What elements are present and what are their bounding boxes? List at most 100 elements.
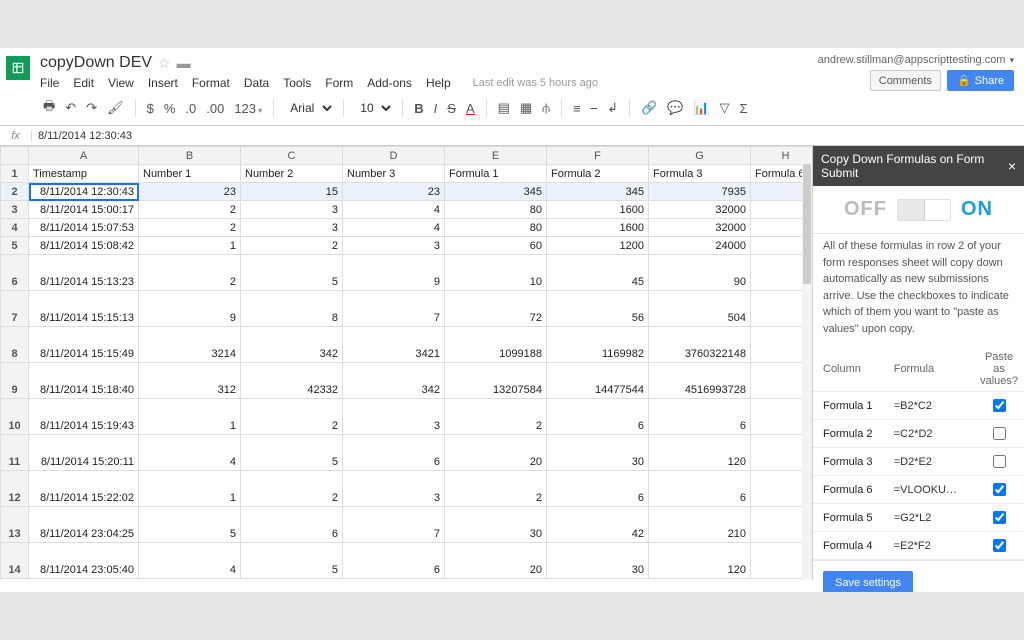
cell[interactable]: 3 [343, 471, 445, 507]
valign-icon[interactable]: ⎯ [588, 98, 601, 118]
cell[interactable]: 8/11/2014 23:05:40 [29, 543, 139, 579]
cell[interactable]: Number 1 [139, 165, 241, 183]
paste-values-checkbox[interactable] [993, 399, 1006, 412]
cell[interactable]: 6 [547, 399, 649, 435]
cell[interactable]: 32000 [649, 201, 751, 219]
strike-icon[interactable]: S [444, 99, 459, 118]
link-icon[interactable]: 🔗 [638, 98, 660, 118]
cell[interactable]: 312 [139, 363, 241, 399]
cell[interactable]: 4 [139, 543, 241, 579]
vertical-scrollbar[interactable] [802, 164, 812, 580]
save-settings-button[interactable]: Save settings [823, 571, 913, 592]
filter-icon[interactable]: ▽ [717, 98, 733, 118]
col-header[interactable]: H [751, 147, 813, 165]
cell[interactable]: 72 [445, 291, 547, 327]
text-color-icon[interactable]: A [463, 99, 478, 118]
font-size-select[interactable]: 10 [352, 98, 394, 118]
font-family-select[interactable]: Arial [282, 98, 335, 118]
cell[interactable]: 3 [241, 219, 343, 237]
redo-icon[interactable]: ↷ [83, 98, 100, 118]
col-header[interactable]: D [343, 147, 445, 165]
cell[interactable]: Number 3 [343, 165, 445, 183]
paste-values-checkbox[interactable] [993, 511, 1006, 524]
cell[interactable]: 5 [241, 543, 343, 579]
cell[interactable]: 8 [241, 291, 343, 327]
cell[interactable]: 8/11/2014 15:15:49 [29, 327, 139, 363]
cell[interactable]: 13207584 [445, 363, 547, 399]
cell[interactable]: 1600 [547, 201, 649, 219]
italic-icon[interactable]: I [431, 99, 441, 118]
cell[interactable]: 8/11/2014 15:13:23 [29, 255, 139, 291]
row-header[interactable]: 4 [1, 219, 29, 237]
halign-icon[interactable]: ≡ [570, 99, 584, 118]
cell[interactable]: 8/11/2014 15:08:42 [29, 237, 139, 255]
print-icon[interactable]: 🖶 [40, 95, 58, 121]
cell[interactable]: 2 [445, 471, 547, 507]
grid[interactable]: A B C D E F G H 1TimestampNumber 1Number… [0, 146, 812, 580]
cell[interactable]: 8/11/2014 15:00:17 [29, 201, 139, 219]
cell[interactable]: 30 [547, 435, 649, 471]
col-header[interactable]: E [445, 147, 547, 165]
chevron-down-icon[interactable]: ▾ [1009, 55, 1014, 66]
menu-form[interactable]: Form [325, 76, 353, 90]
cell[interactable]: Timestamp [29, 165, 139, 183]
cell[interactable]: 20 [445, 435, 547, 471]
cell[interactable]: 23 [139, 183, 241, 201]
row-header[interactable]: 10 [1, 399, 29, 435]
cell[interactable]: 1 [139, 399, 241, 435]
cell[interactable]: 342 [241, 327, 343, 363]
cell[interactable]: 2 [139, 255, 241, 291]
cell[interactable]: 4 [343, 219, 445, 237]
cell[interactable]: 3 [343, 237, 445, 255]
number-format-select[interactable]: 123 [231, 99, 265, 118]
cell[interactable]: 56 [547, 291, 649, 327]
cell[interactable]: 8/11/2014 15:19:43 [29, 399, 139, 435]
cell[interactable]: 345 [445, 183, 547, 201]
folder-icon[interactable]: ▬ [177, 55, 191, 71]
cell[interactable]: 3421 [343, 327, 445, 363]
close-icon[interactable]: × [1008, 158, 1016, 174]
cell[interactable]: 8/11/2014 15:18:40 [29, 363, 139, 399]
row-header[interactable]: 3 [1, 201, 29, 219]
cell[interactable]: 5 [241, 255, 343, 291]
cell[interactable]: 2 [241, 237, 343, 255]
cell[interactable]: 6 [649, 471, 751, 507]
cell[interactable]: 1 [139, 237, 241, 255]
cell[interactable]: 80 [445, 219, 547, 237]
menu-addons[interactable]: Add-ons [367, 76, 412, 90]
cell[interactable]: 14477544 [547, 363, 649, 399]
doc-title[interactable]: copyDown DEV [40, 54, 152, 72]
row-header[interactable]: 2 [1, 183, 29, 201]
menu-data[interactable]: Data [244, 76, 269, 90]
cell[interactable]: 3 [241, 201, 343, 219]
cell[interactable]: 42332 [241, 363, 343, 399]
cell[interactable]: 9 [343, 255, 445, 291]
cell[interactable]: 60 [445, 237, 547, 255]
cell[interactable]: 30 [547, 543, 649, 579]
cell[interactable]: 4516993728 [649, 363, 751, 399]
cell[interactable]: 9 [139, 291, 241, 327]
cell[interactable]: 504 [649, 291, 751, 327]
cell[interactable]: 6 [649, 399, 751, 435]
cell[interactable]: 3760322148 [649, 327, 751, 363]
row-header[interactable]: 9 [1, 363, 29, 399]
paste-values-checkbox[interactable] [993, 455, 1006, 468]
bold-icon[interactable]: B [411, 99, 426, 118]
cell[interactable]: 8/11/2014 15:07:53 [29, 219, 139, 237]
cell[interactable]: 8/11/2014 15:15:13 [29, 291, 139, 327]
cell[interactable]: 120 [649, 543, 751, 579]
currency-icon[interactable]: $ [144, 99, 157, 118]
cell[interactable]: 8/11/2014 12:30:43 [29, 183, 139, 201]
row-header[interactable]: 1 [1, 165, 29, 183]
cell[interactable]: Formula 1 [445, 165, 547, 183]
col-header[interactable]: C [241, 147, 343, 165]
col-header[interactable]: F [547, 147, 649, 165]
cell[interactable]: 10 [445, 255, 547, 291]
undo-icon[interactable]: ↶ [62, 98, 79, 118]
cell[interactable]: 3 [343, 399, 445, 435]
row-header[interactable]: 7 [1, 291, 29, 327]
cell[interactable]: 3214 [139, 327, 241, 363]
cell[interactable]: 8/11/2014 15:20:11 [29, 435, 139, 471]
cell[interactable]: 7 [343, 507, 445, 543]
row-header[interactable]: 14 [1, 543, 29, 579]
